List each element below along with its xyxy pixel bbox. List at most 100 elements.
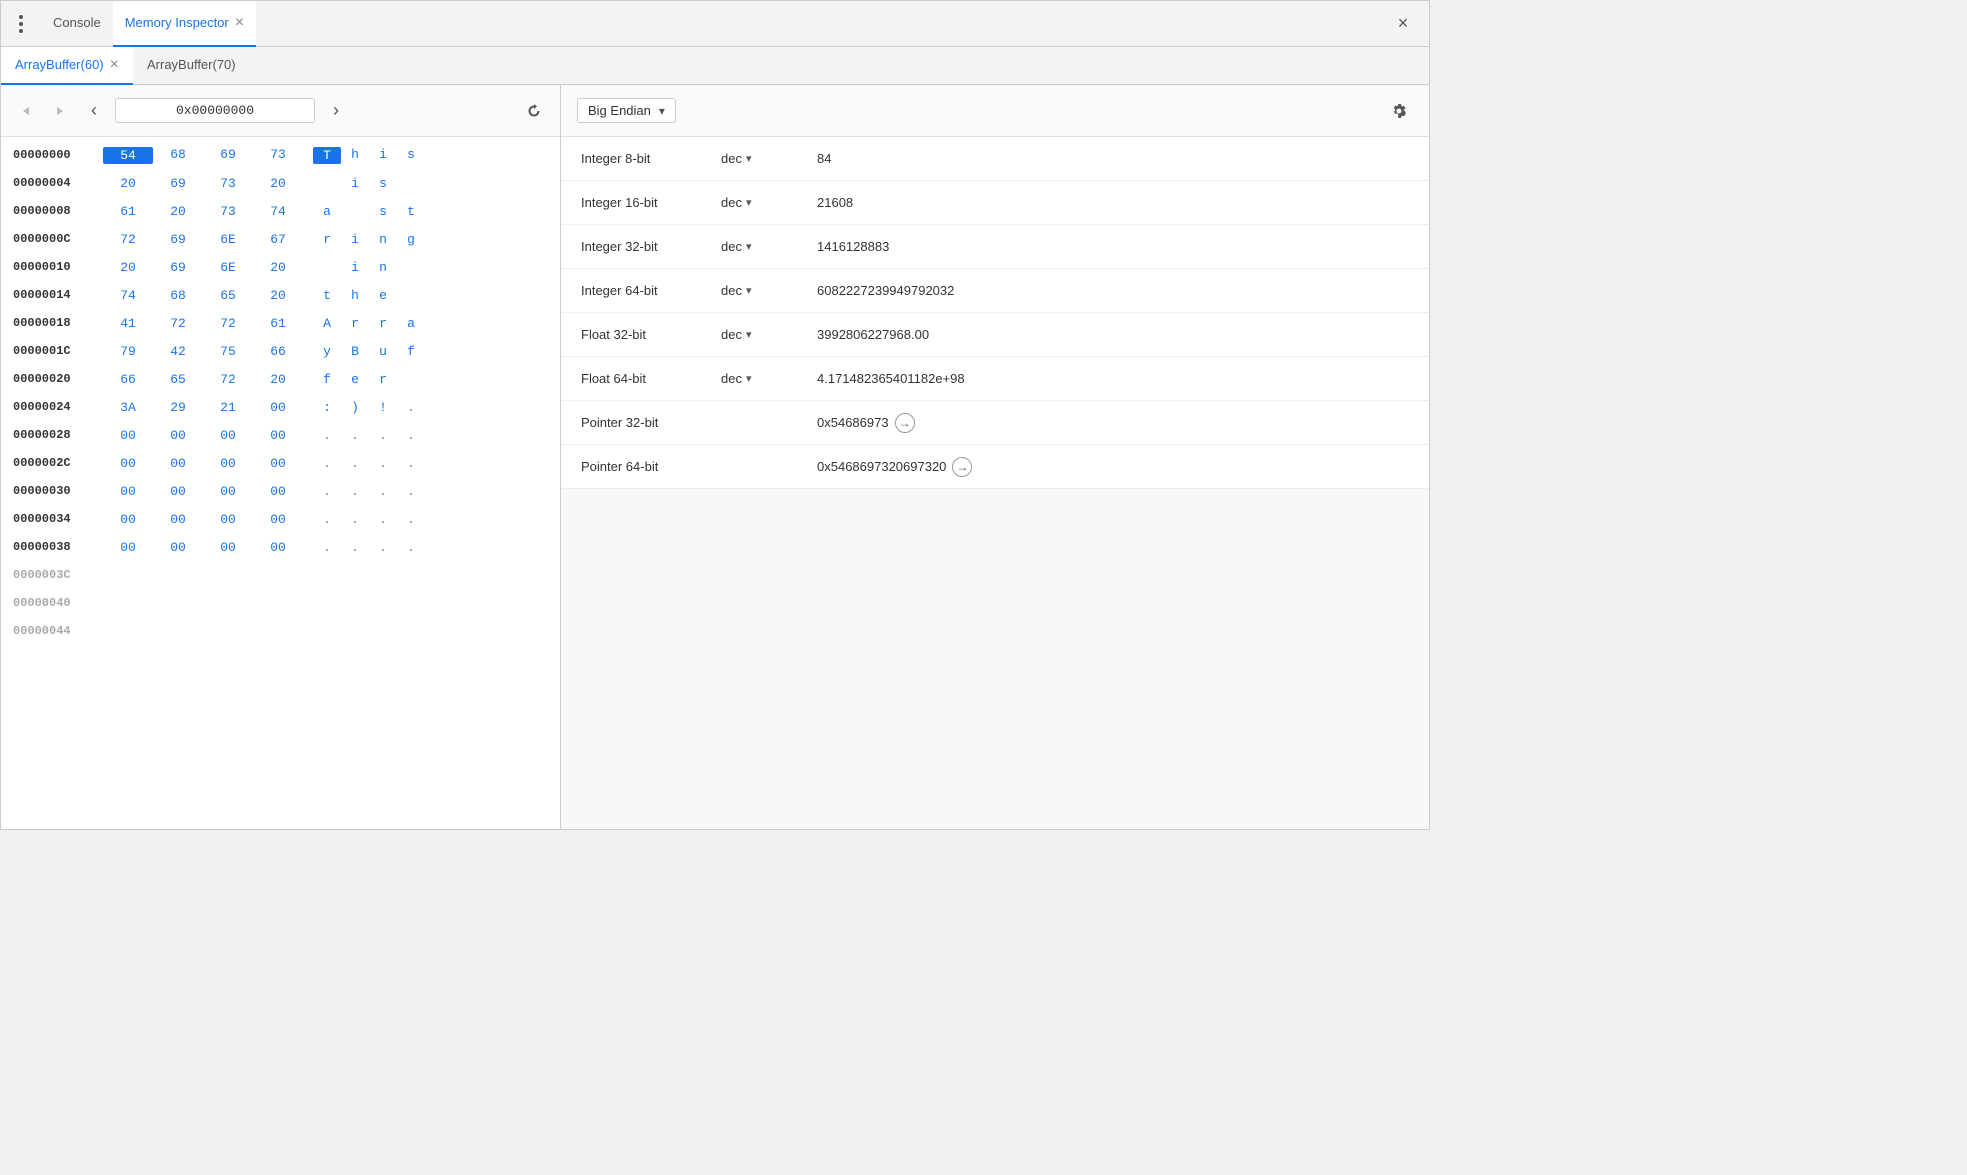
hex-char-5-0[interactable]: t xyxy=(313,288,341,303)
hex-byte-2-3[interactable]: 74 xyxy=(253,204,303,219)
hex-byte-10-1[interactable]: 00 xyxy=(153,428,203,443)
hex-byte-14-2[interactable]: 00 xyxy=(203,540,253,555)
hex-char-11-3[interactable]: . xyxy=(397,456,425,471)
hex-char-5-1[interactable]: h xyxy=(341,288,369,303)
hex-byte-6-2[interactable]: 72 xyxy=(203,316,253,331)
hex-byte-8-1[interactable]: 65 xyxy=(153,372,203,387)
value-format-int32[interactable]: dec ▾ xyxy=(721,239,801,254)
address-input[interactable] xyxy=(115,98,315,123)
pointer-navigate-32[interactable]: → xyxy=(895,413,915,433)
hex-char-5-2[interactable]: e xyxy=(369,288,397,303)
hex-byte-13-2[interactable]: 00 xyxy=(203,512,253,527)
value-format-int16[interactable]: dec ▾ xyxy=(721,195,801,210)
hex-char-3-1[interactable]: i xyxy=(341,232,369,247)
hex-char-14-3[interactable]: . xyxy=(397,540,425,555)
hex-byte-0-0[interactable]: 54 xyxy=(103,147,153,164)
hex-byte-12-2[interactable]: 00 xyxy=(203,484,253,499)
hex-byte-7-2[interactable]: 75 xyxy=(203,344,253,359)
window-close-button[interactable]: × xyxy=(1389,10,1417,38)
hex-char-6-0[interactable]: A xyxy=(313,316,341,331)
hex-byte-11-0[interactable]: 00 xyxy=(103,456,153,471)
hex-byte-2-2[interactable]: 73 xyxy=(203,204,253,219)
hex-char-13-1[interactable]: . xyxy=(341,512,369,527)
hex-char-12-0[interactable]: . xyxy=(313,484,341,499)
hex-byte-1-1[interactable]: 69 xyxy=(153,176,203,191)
value-format-int32-arrow[interactable]: ▾ xyxy=(746,240,752,253)
hex-byte-5-3[interactable]: 20 xyxy=(253,288,303,303)
hex-char-8-1[interactable]: e xyxy=(341,372,369,387)
hex-byte-4-0[interactable]: 20 xyxy=(103,260,153,275)
value-format-int8[interactable]: dec ▾ xyxy=(721,151,801,166)
hex-char-1-3[interactable] xyxy=(397,176,425,191)
hex-byte-12-3[interactable]: 00 xyxy=(253,484,303,499)
hex-char-13-2[interactable]: . xyxy=(369,512,397,527)
pointer-navigate-64[interactable]: → xyxy=(952,457,972,477)
hex-char-3-0[interactable]: r xyxy=(313,232,341,247)
hex-char-8-3[interactable] xyxy=(397,372,425,387)
hex-byte-13-3[interactable]: 00 xyxy=(253,512,303,527)
hex-byte-7-3[interactable]: 66 xyxy=(253,344,303,359)
hex-byte-6-3[interactable]: 61 xyxy=(253,316,303,331)
hex-char-11-1[interactable]: . xyxy=(341,456,369,471)
hex-char-8-0[interactable]: f xyxy=(313,372,341,387)
hex-char-9-1[interactable]: ) xyxy=(341,400,369,415)
hex-byte-0-3[interactable]: 73 xyxy=(253,147,303,164)
hex-byte-9-2[interactable]: 21 xyxy=(203,400,253,415)
hex-byte-9-1[interactable]: 29 xyxy=(153,400,203,415)
tab-memory-inspector[interactable]: Memory Inspector × xyxy=(113,1,256,47)
hex-char-13-3[interactable]: . xyxy=(397,512,425,527)
hex-byte-9-0[interactable]: 3A xyxy=(103,400,153,415)
hex-byte-7-1[interactable]: 42 xyxy=(153,344,203,359)
hex-byte-1-3[interactable]: 20 xyxy=(253,176,303,191)
hex-char-3-2[interactable]: n xyxy=(369,232,397,247)
hex-byte-4-1[interactable]: 69 xyxy=(153,260,203,275)
hex-char-11-2[interactable]: . xyxy=(369,456,397,471)
hex-char-9-3[interactable]: . xyxy=(397,400,425,415)
hex-char-1-0[interactable] xyxy=(313,176,341,191)
tab-memory-inspector-close[interactable]: × xyxy=(235,15,244,31)
hex-char-5-3[interactable] xyxy=(397,288,425,303)
hex-char-0-1[interactable]: h xyxy=(341,147,369,164)
value-format-int64[interactable]: dec ▾ xyxy=(721,283,801,298)
hex-char-2-1[interactable] xyxy=(341,204,369,219)
hex-char-4-3[interactable] xyxy=(397,260,425,275)
hex-byte-3-2[interactable]: 6E xyxy=(203,232,253,247)
hex-char-8-2[interactable]: r xyxy=(369,372,397,387)
hex-char-4-2[interactable]: n xyxy=(369,260,397,275)
hex-char-14-1[interactable]: . xyxy=(341,540,369,555)
forward-button[interactable] xyxy=(47,98,73,124)
hex-byte-8-2[interactable]: 72 xyxy=(203,372,253,387)
hex-byte-1-2[interactable]: 73 xyxy=(203,176,253,191)
hex-byte-0-2[interactable]: 69 xyxy=(203,147,253,164)
hex-char-6-3[interactable]: a xyxy=(397,316,425,331)
hex-char-9-2[interactable]: ! xyxy=(369,400,397,415)
hex-byte-5-0[interactable]: 74 xyxy=(103,288,153,303)
hex-char-10-0[interactable]: . xyxy=(313,428,341,443)
hex-byte-4-3[interactable]: 20 xyxy=(253,260,303,275)
hex-byte-9-3[interactable]: 00 xyxy=(253,400,303,415)
hex-char-7-2[interactable]: u xyxy=(369,344,397,359)
value-format-int16-arrow[interactable]: ▾ xyxy=(746,196,752,209)
hex-char-14-0[interactable]: . xyxy=(313,540,341,555)
refresh-button[interactable] xyxy=(520,97,548,125)
hex-byte-4-2[interactable]: 6E xyxy=(203,260,253,275)
value-format-int64-arrow[interactable]: ▾ xyxy=(746,284,752,297)
hex-byte-13-1[interactable]: 00 xyxy=(153,512,203,527)
hex-char-12-3[interactable]: . xyxy=(397,484,425,499)
hex-char-12-2[interactable]: . xyxy=(369,484,397,499)
hex-char-0-0[interactable]: T xyxy=(313,147,341,164)
hex-char-0-3[interactable]: s xyxy=(397,147,425,164)
hex-byte-8-0[interactable]: 66 xyxy=(103,372,153,387)
hex-char-11-0[interactable]: . xyxy=(313,456,341,471)
hex-char-12-1[interactable]: . xyxy=(341,484,369,499)
hex-byte-3-1[interactable]: 69 xyxy=(153,232,203,247)
hex-char-1-1[interactable]: i xyxy=(341,176,369,191)
hex-byte-14-0[interactable]: 00 xyxy=(103,540,153,555)
settings-button[interactable] xyxy=(1385,97,1413,125)
hex-byte-0-1[interactable]: 68 xyxy=(153,147,203,164)
buffer-tab-60-close[interactable]: × xyxy=(110,56,119,74)
hex-byte-12-0[interactable]: 00 xyxy=(103,484,153,499)
hex-char-14-2[interactable]: . xyxy=(369,540,397,555)
hex-byte-14-1[interactable]: 00 xyxy=(153,540,203,555)
hex-byte-10-0[interactable]: 00 xyxy=(103,428,153,443)
